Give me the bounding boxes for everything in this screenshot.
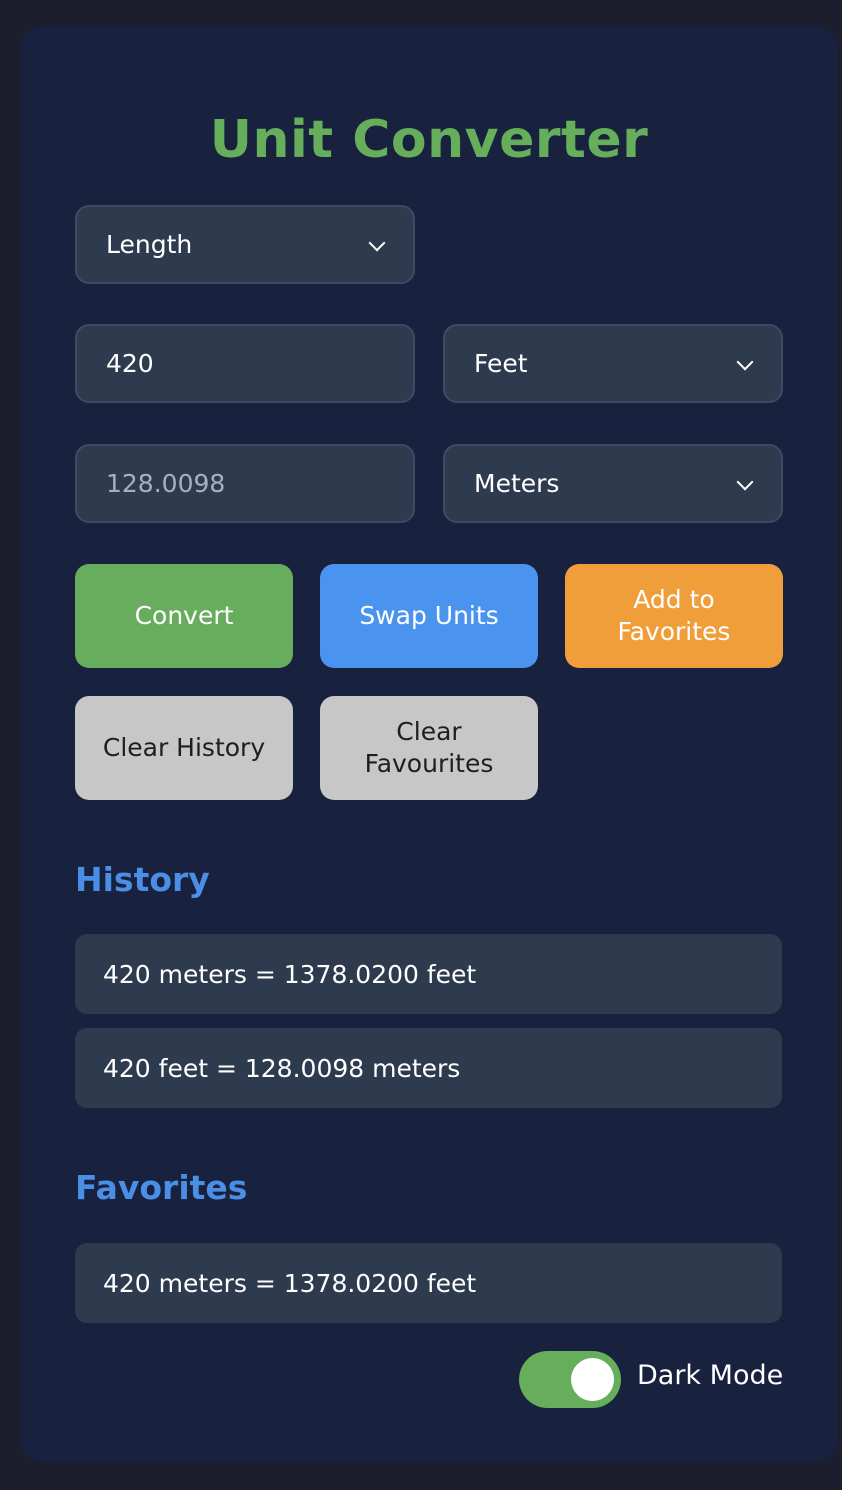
dark-mode-label: Dark Mode — [637, 1360, 784, 1391]
from-unit-select[interactable]: Feet — [443, 324, 783, 403]
clear-favourites-button[interactable]: Clear Favourites — [320, 696, 538, 800]
input-value-field[interactable]: 420 — [75, 324, 415, 403]
converter-card: Unit Converter Length 420 Feet 128.0098 … — [20, 26, 838, 1462]
swap-units-button[interactable]: Swap Units — [320, 564, 538, 668]
clear-history-button[interactable]: Clear History — [75, 696, 293, 800]
dark-mode-toggle[interactable] — [519, 1351, 621, 1408]
to-unit-select[interactable]: Meters — [443, 444, 783, 523]
category-select[interactable]: Length — [75, 205, 415, 284]
chevron-down-icon — [736, 353, 754, 370]
output-value-field[interactable]: 128.0098 — [75, 444, 415, 523]
output-value-text: 128.0098 — [106, 469, 226, 498]
history-heading: History — [75, 860, 210, 899]
history-item: 420 meters = 1378.0200 feet — [75, 934, 782, 1014]
history-item: 420 feet = 128.0098 meters — [75, 1028, 782, 1108]
toggle-knob — [571, 1358, 614, 1401]
add-to-favorites-button[interactable]: Add to Favorites — [565, 564, 783, 668]
chevron-down-icon — [736, 473, 754, 490]
page-title: Unit Converter — [209, 110, 649, 170]
category-select-value: Length — [106, 230, 193, 259]
chevron-down-icon — [368, 234, 386, 251]
favorite-item: 420 meters = 1378.0200 feet — [75, 1243, 782, 1323]
from-unit-select-value: Feet — [474, 349, 528, 378]
input-value-text: 420 — [106, 349, 154, 378]
to-unit-select-value: Meters — [474, 469, 560, 498]
convert-button[interactable]: Convert — [75, 564, 293, 668]
favorites-heading: Favorites — [75, 1168, 248, 1207]
